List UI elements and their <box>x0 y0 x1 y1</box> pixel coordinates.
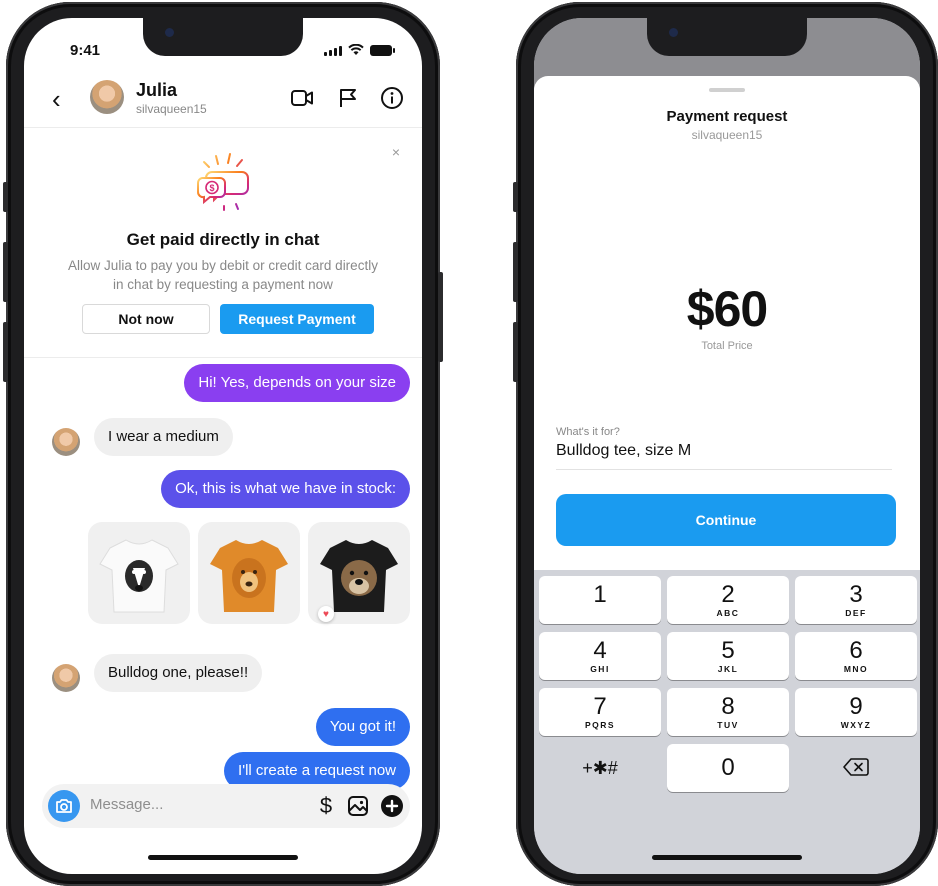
message-bubble-outgoing[interactable]: You got it! <box>315 708 410 746</box>
cellular-signal-icon <box>324 46 342 56</box>
dollar-icon[interactable]: $ <box>314 793 338 818</box>
key-7[interactable]: 7 PQRS <box>539 688 661 736</box>
volume-up-button <box>513 242 518 302</box>
key-digit: 7 <box>593 693 607 720</box>
plus-icon[interactable] <box>380 794 404 818</box>
delete-icon <box>843 758 869 776</box>
continue-button[interactable]: Continue <box>556 494 896 546</box>
key-letters: ABC <box>716 608 740 618</box>
key-symbols[interactable]: +✱# <box>539 744 661 792</box>
camera-icon[interactable] <box>48 790 80 822</box>
contact-avatar[interactable] <box>90 80 124 114</box>
chat-header: ‹ Julia silvaqueen15 <box>24 78 422 128</box>
home-indicator[interactable] <box>148 855 298 860</box>
key-digit: 9 <box>849 693 863 720</box>
product-photo-white-dog-tee[interactable] <box>88 522 190 624</box>
key-letters: PQRS <box>584 720 616 730</box>
message-bubble-outgoing[interactable]: Ok, this is what we have in stock: <box>161 470 410 508</box>
payment-amount[interactable]: $60 <box>534 280 920 338</box>
orange-tshirt-image <box>210 540 288 612</box>
key-9[interactable]: 9 WXYZ <box>795 688 917 736</box>
not-now-button[interactable]: Not now <box>82 304 210 334</box>
power-button <box>438 272 443 362</box>
volume-up-button <box>3 242 8 302</box>
sender-avatar[interactable] <box>52 664 80 692</box>
message-input[interactable] <box>90 796 240 813</box>
key-4[interactable]: 4 GHI <box>539 632 661 680</box>
message-thread: Hi! Yes, depends on your size I wear a m… <box>24 362 422 790</box>
product-photo-orange-dog-tee[interactable] <box>198 522 300 624</box>
sheet-title: Payment request <box>666 108 788 125</box>
payment-request-sheet: Payment request silvaqueen15 $60 Total P… <box>534 76 920 570</box>
sheet-grabber[interactable] <box>709 88 745 92</box>
payment-request-screen: Payment request silvaqueen15 $60 Total P… <box>534 18 920 874</box>
contact-handle: silvaqueen15 <box>136 102 207 116</box>
key-digit: 0 <box>721 754 735 781</box>
key-5[interactable]: 5 JKL <box>667 632 789 680</box>
card-title: Get paid directly in chat <box>126 230 320 249</box>
key-digit: 4 <box>593 637 607 664</box>
key-digit: 3 <box>849 581 863 608</box>
key-delete[interactable] <box>795 744 917 792</box>
battery-icon <box>370 45 395 56</box>
contact-name[interactable]: Julia <box>136 80 177 101</box>
description-field[interactable]: Bulldog tee, size M <box>556 442 892 470</box>
front-camera <box>165 28 174 37</box>
key-3[interactable]: 3 DEF <box>795 576 917 624</box>
volume-down-button <box>3 322 8 382</box>
front-camera <box>669 28 678 37</box>
svg-text:$: $ <box>209 183 214 193</box>
white-tshirt-image <box>99 539 179 613</box>
key-0[interactable]: 0 <box>667 744 789 792</box>
chat-screen: 9:41 ‹ Julia silvaqueen15 × $ Get paid d… <box>24 18 422 874</box>
status-icons <box>324 44 395 56</box>
card-description: Allow Julia to pay you by debit or credi… <box>68 258 378 292</box>
key-letters: TUV <box>717 720 739 730</box>
flag-icon[interactable] <box>336 86 360 110</box>
get-paid-card: × $ Get paid directly in chat Allow Juli… <box>24 130 422 358</box>
sheet-subtitle: silvaqueen15 <box>691 128 763 142</box>
key-8[interactable]: 8 TUV <box>667 688 789 736</box>
key-digit: 1 <box>593 581 607 608</box>
key-1[interactable]: 1 <box>539 576 661 624</box>
notch <box>647 18 807 56</box>
mute-switch <box>3 182 8 212</box>
key-6[interactable]: 6 MNO <box>795 632 917 680</box>
description-label: What's it for? <box>556 426 620 438</box>
info-icon[interactable] <box>380 86 404 110</box>
notch <box>143 18 303 56</box>
gallery-icon[interactable] <box>346 794 370 818</box>
key-letters: MNO <box>843 664 869 674</box>
home-indicator[interactable] <box>652 855 802 860</box>
video-camera-icon[interactable] <box>290 86 314 110</box>
key-symbols-label: +✱# <box>582 758 618 778</box>
message-bubble-outgoing[interactable]: Hi! Yes, depends on your size <box>184 364 410 402</box>
wifi-icon <box>348 44 364 55</box>
phone-frame-chat: 9:41 ‹ Julia silvaqueen15 × $ Get paid d… <box>3 2 443 886</box>
heart-reaction-icon[interactable]: ♥ <box>318 606 334 622</box>
key-2[interactable]: 2 ABC <box>667 576 789 624</box>
mute-switch <box>513 182 518 212</box>
status-time: 9:41 <box>70 42 101 59</box>
sender-avatar[interactable] <box>52 428 80 456</box>
amount-label: Total Price <box>701 340 753 352</box>
volume-down-button <box>513 322 518 382</box>
key-digit: 6 <box>849 637 863 664</box>
key-digit: 8 <box>721 693 735 720</box>
close-icon[interactable]: × <box>392 144 400 160</box>
key-letters: WXYZ <box>840 720 872 730</box>
message-composer: $ <box>42 784 410 828</box>
phone-frame-payment: Payment request silvaqueen15 $60 Total P… <box>513 2 938 886</box>
message-bubble-incoming[interactable]: Bulldog one, please!! <box>94 654 263 692</box>
key-digit: 2 <box>721 581 735 608</box>
key-digit: 5 <box>721 637 735 664</box>
request-payment-button[interactable]: Request Payment <box>220 304 374 334</box>
back-icon[interactable]: ‹ <box>52 86 61 112</box>
payment-chat-illustration-icon: $ <box>197 153 249 211</box>
key-letters: DEF <box>845 608 867 618</box>
numeric-keypad: 1 2 ABC 3 DEF 4 GHI 5 JKL 6 MNO 7 PQRS 8 TUV 9W… <box>534 570 920 874</box>
key-letters: JKL <box>717 664 739 674</box>
message-bubble-incoming[interactable]: I wear a medium <box>94 418 233 456</box>
key-letters: GHI <box>590 664 610 674</box>
